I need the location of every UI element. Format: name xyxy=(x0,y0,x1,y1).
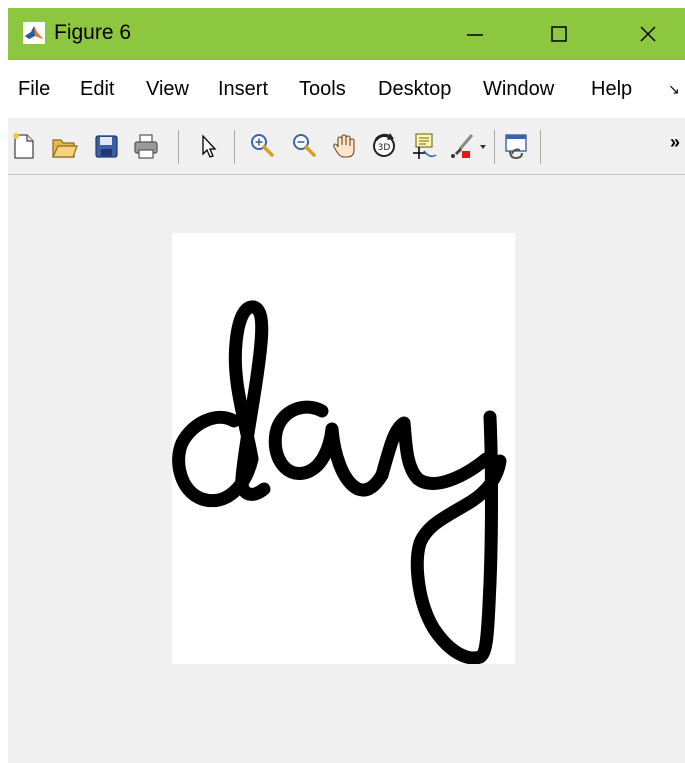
toolbar-separator xyxy=(540,130,541,164)
rotate-3d-icon[interactable]: 3D xyxy=(370,131,398,161)
window-title: Figure 6 xyxy=(54,21,132,44)
maximize-button[interactable] xyxy=(529,8,589,60)
open-file-icon[interactable] xyxy=(50,131,78,161)
letter-y-first-stroke xyxy=(375,416,493,490)
handwriting-image xyxy=(172,233,515,665)
maximize-icon xyxy=(551,26,567,42)
svg-text:3D: 3D xyxy=(378,143,391,153)
data-cursor-icon[interactable] xyxy=(410,131,438,161)
minimize-button[interactable] xyxy=(445,8,505,60)
toolbar-overflow-button[interactable]: » xyxy=(670,132,680,153)
minimize-icon xyxy=(467,34,483,36)
menu-help[interactable]: Help xyxy=(591,77,632,101)
toolbar-separator xyxy=(178,130,179,164)
close-button[interactable] xyxy=(618,8,678,60)
zoom-out-icon[interactable] xyxy=(290,131,318,161)
menu-edit[interactable]: Edit xyxy=(80,77,114,101)
figure-canvas xyxy=(8,175,685,763)
link-plot-icon[interactable] xyxy=(502,131,530,161)
pan-hand-icon[interactable] xyxy=(330,131,358,161)
brush-dropdown-icon[interactable] xyxy=(478,143,488,151)
matlab-logo-icon xyxy=(23,22,45,44)
pointer-icon[interactable] xyxy=(194,131,222,161)
menu-bar: File Edit View Insert Tools Desktop Wind… xyxy=(8,60,685,118)
toolbar-separator xyxy=(494,130,495,164)
handwritten-word-day xyxy=(172,300,507,665)
zoom-in-icon[interactable] xyxy=(248,131,276,161)
toolbar-separator xyxy=(234,130,235,164)
menu-overflow-arrow-icon[interactable]: ↘ xyxy=(668,81,680,98)
figure-toolbar: 3D » xyxy=(8,118,685,175)
letter-y-descender xyxy=(410,410,507,665)
menu-file[interactable]: File xyxy=(18,77,50,101)
menu-view[interactable]: View xyxy=(146,77,189,101)
close-icon xyxy=(640,26,656,42)
figure-window: Figure 6 File Edit View Insert Tools Des… xyxy=(8,8,685,763)
title-bar[interactable]: Figure 6 xyxy=(8,8,685,60)
letter-a xyxy=(268,400,389,497)
print-icon[interactable] xyxy=(132,131,160,161)
brush-icon[interactable] xyxy=(448,131,476,161)
menu-desktop[interactable]: Desktop xyxy=(378,77,451,101)
save-icon[interactable] xyxy=(92,131,120,161)
menu-window[interactable]: Window xyxy=(483,77,554,101)
menu-tools[interactable]: Tools xyxy=(299,77,346,101)
new-figure-icon[interactable] xyxy=(10,131,38,161)
letter-d-ascender xyxy=(228,300,271,501)
menu-insert[interactable]: Insert xyxy=(218,77,268,101)
